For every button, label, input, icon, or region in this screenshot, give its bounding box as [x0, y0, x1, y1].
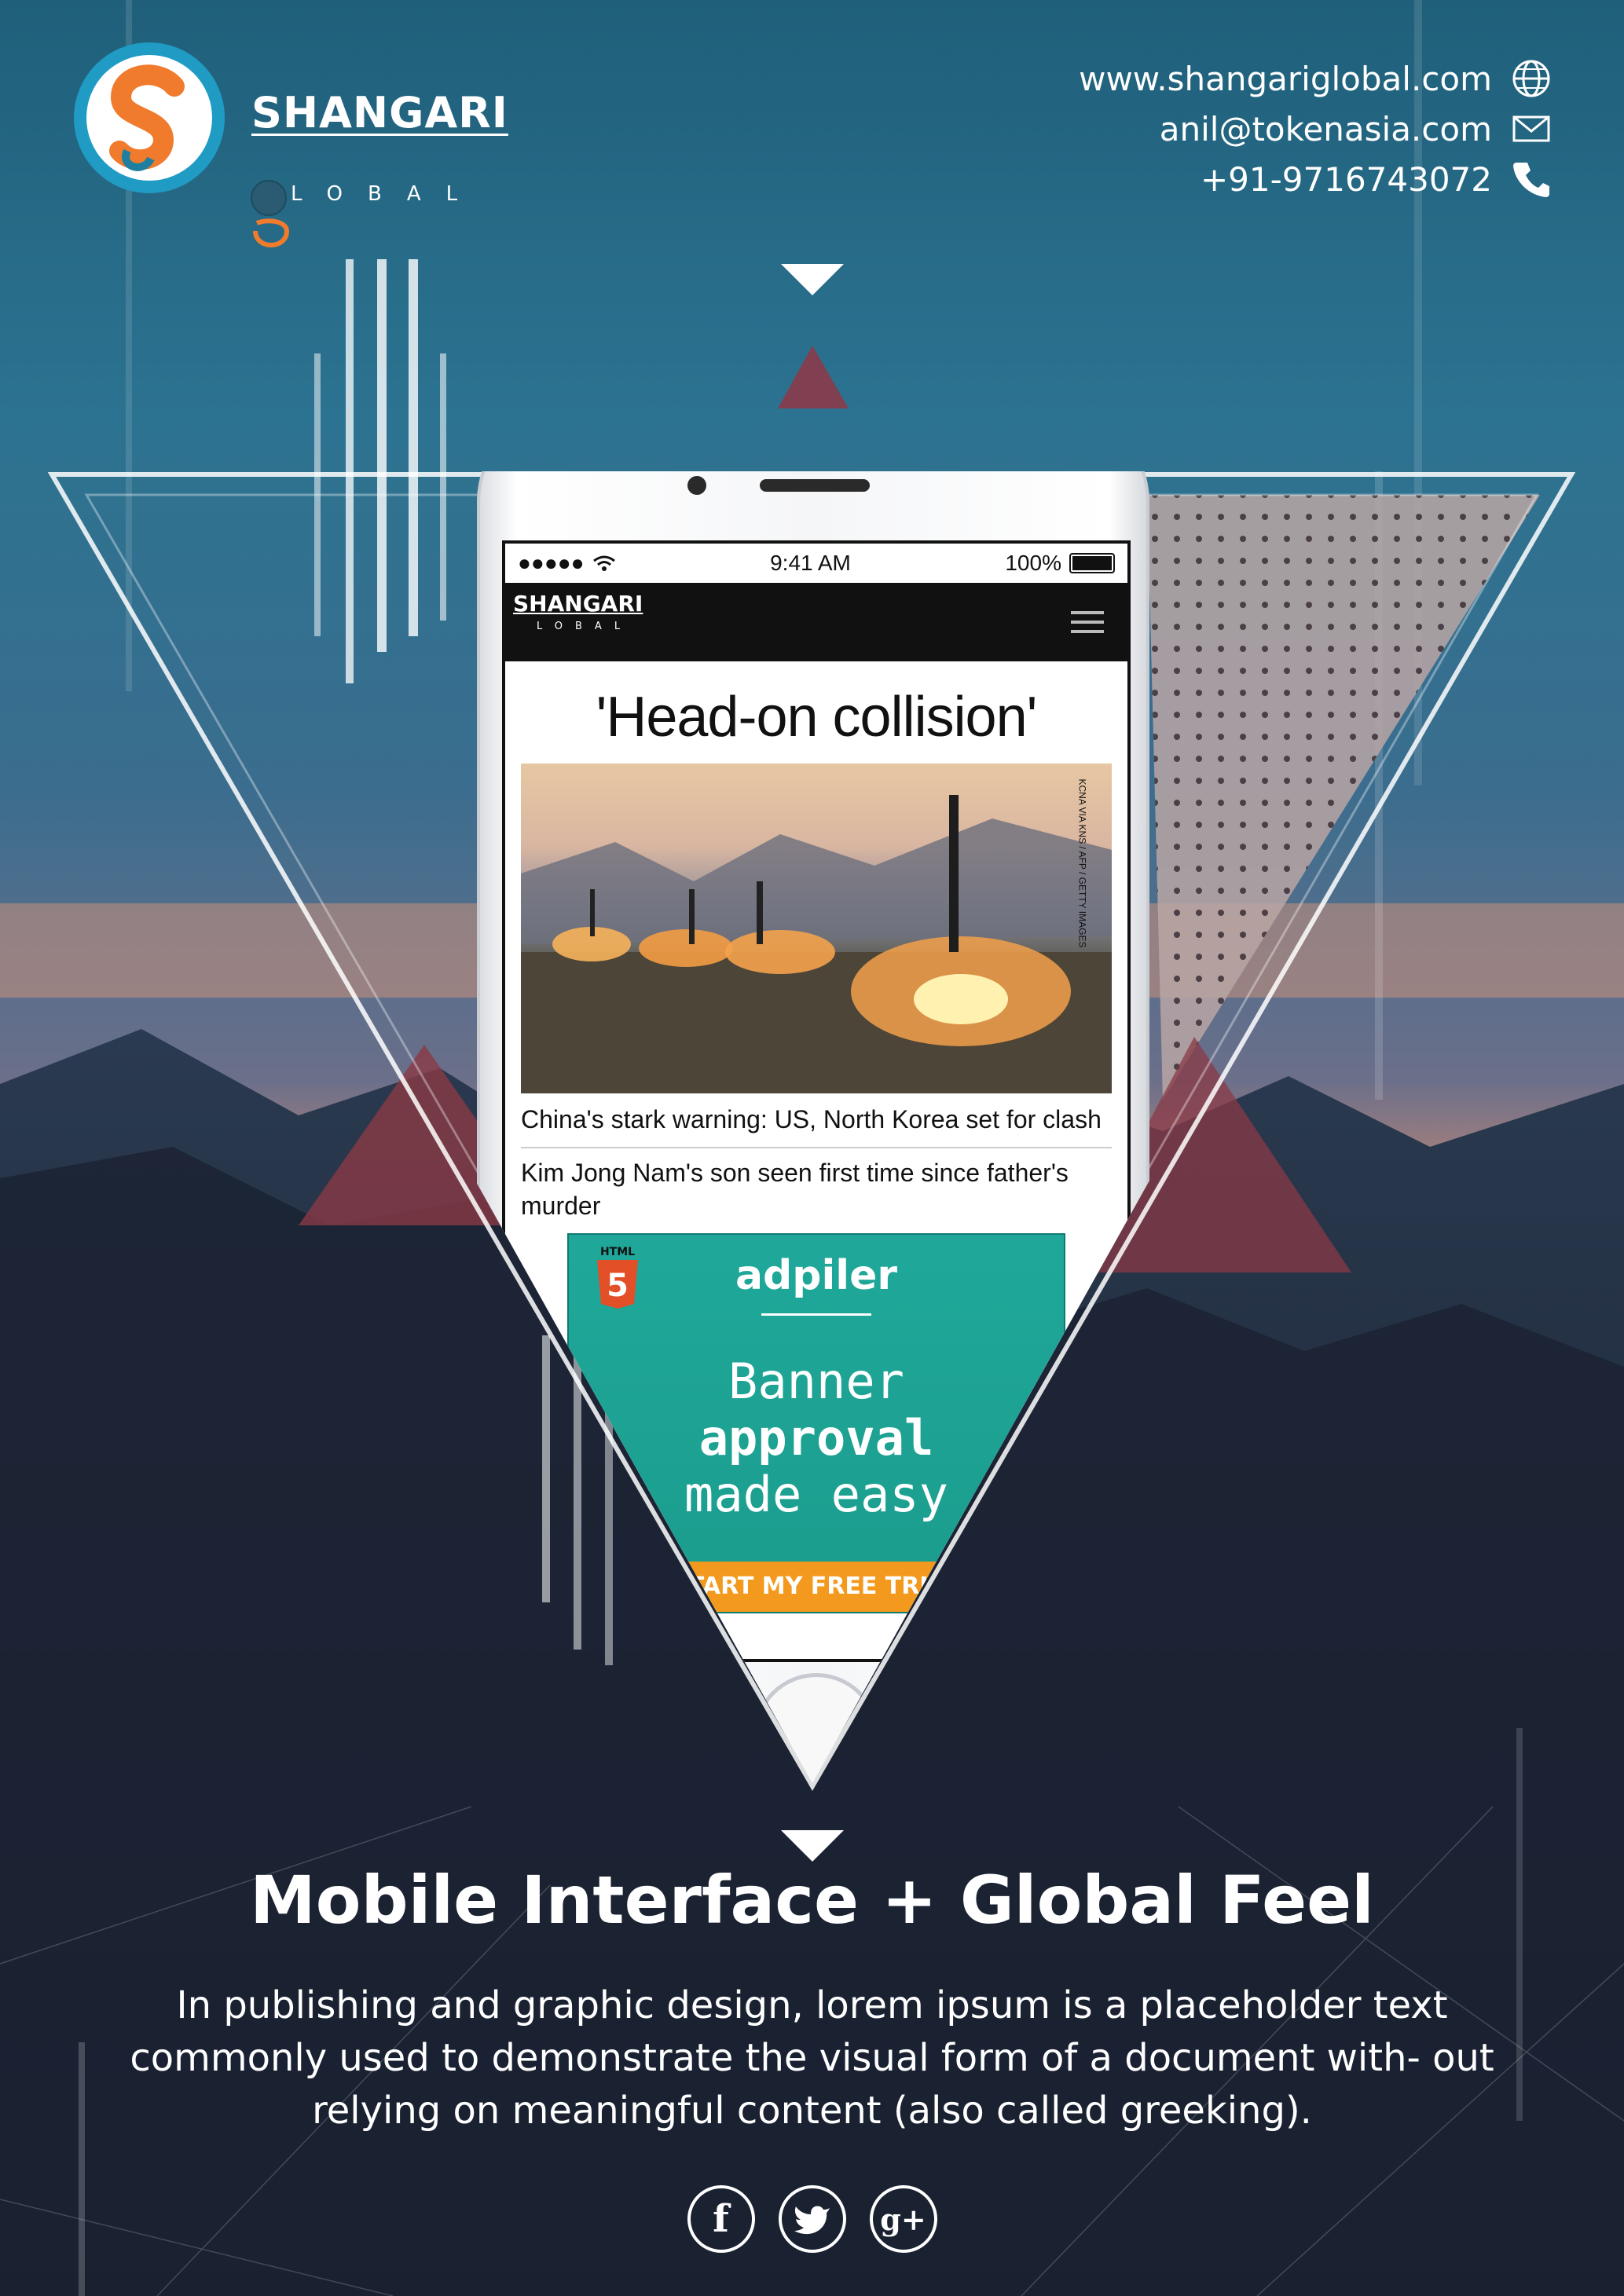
poster-canvas: ●●●●● 9:41 AM 100% SHANGARI LOBAL 'Head-…	[0, 0, 1624, 2296]
facebook-icon[interactable]: f	[687, 2185, 755, 2253]
ad-brand: adpiler	[735, 1252, 898, 1299]
website-link[interactable]: www.shangariglobal.com	[1079, 60, 1492, 98]
social-links: f g+	[0, 2185, 1624, 2253]
article-headline[interactable]: 'Head-on collision'	[505, 685, 1127, 749]
site-header: SHANGARI LOBAL	[505, 583, 1127, 661]
twitter-icon[interactable]	[778, 2185, 846, 2253]
article-image[interactable]: KCNA VIA KNS / AFP / GETTY IMAGES	[521, 764, 1112, 1093]
ad-line-1: Banner	[728, 1353, 904, 1410]
status-time: 9:41 AM	[770, 551, 851, 575]
story-link-1[interactable]: China's stark warning: US, North Korea s…	[521, 1103, 1112, 1148]
facebook-glyph: f	[713, 2197, 729, 2241]
phone-row[interactable]: +91-9716743072	[955, 154, 1552, 204]
battery-indicator: 100%	[1005, 551, 1115, 576]
site-logo[interactable]: SHANGARI	[513, 591, 643, 617]
missile-launch-illustration	[521, 795, 1112, 1093]
brand-name: SHANGARI	[251, 88, 508, 137]
signal-dots-icon: ●●●●●	[518, 551, 585, 575]
phone-link[interactable]: +91-9716743072	[1201, 160, 1492, 199]
ad-line-2: approval	[698, 1409, 934, 1467]
website-row[interactable]: www.shangariglobal.com	[955, 53, 1552, 104]
description-text: In publishing and graphic design, lorem …	[130, 1983, 1494, 2133]
site-logo-sub: LOBAL	[537, 621, 633, 632]
mail-icon	[1511, 108, 1552, 149]
brand-logo[interactable]: SHANGARI LOBAL	[72, 41, 512, 247]
google-plus-glyph: g+	[880, 2201, 926, 2237]
image-credit: KCNA VIA KNS / AFP / GETTY IMAGES	[1076, 778, 1088, 948]
brand-subtitle: LOBAL	[291, 182, 483, 206]
phone-camera	[687, 476, 706, 495]
shangari-logo-icon	[74, 42, 225, 193]
brand-g-glyph	[251, 180, 290, 247]
signal-indicator: ●●●●●	[518, 551, 616, 576]
battery-icon	[1069, 553, 1115, 573]
menu-icon[interactable]	[1071, 611, 1104, 639]
status-bar: ●●●●● 9:41 AM 100%	[505, 544, 1127, 583]
google-plus-icon[interactable]: g+	[869, 2185, 937, 2253]
twitter-bird-glyph	[794, 2206, 830, 2235]
globe-icon	[1511, 58, 1552, 99]
phone-speaker	[760, 479, 870, 492]
email-link[interactable]: anil@tokenasia.com	[1160, 110, 1492, 148]
contact-info: www.shangariglobal.com anil@tokenasia.co…	[955, 53, 1552, 204]
phone-icon	[1511, 159, 1552, 200]
story-link-2[interactable]: Kim Jong Nam's son seen first time since…	[521, 1156, 1112, 1222]
page-title: Mobile Interface + Global Feel	[250, 1862, 1374, 1939]
wifi-icon	[592, 555, 615, 571]
email-row[interactable]: anil@tokenasia.com	[955, 104, 1552, 154]
ad-divider	[761, 1313, 871, 1316]
battery-percent: 100%	[1005, 551, 1061, 575]
